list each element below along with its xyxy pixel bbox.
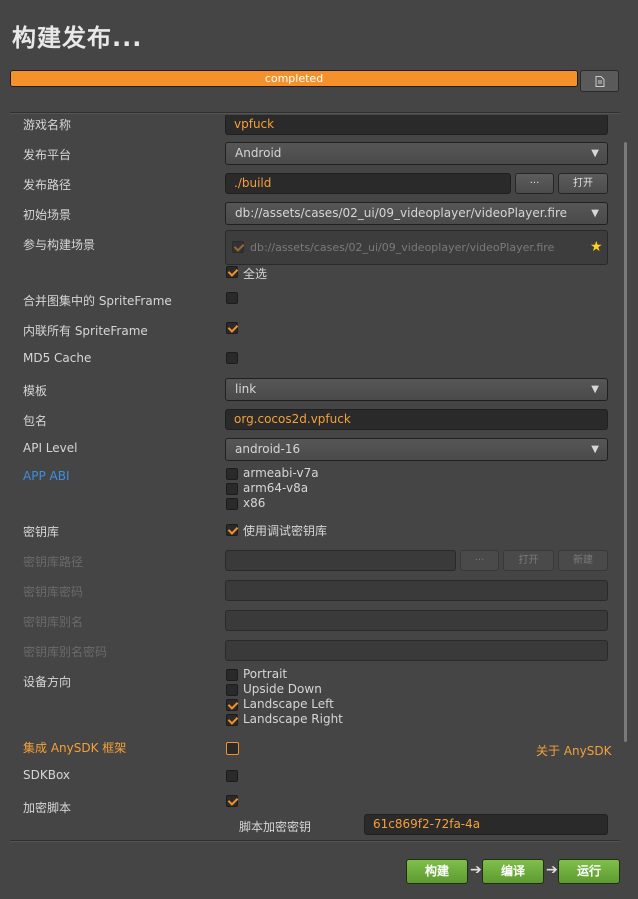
keystore-alias-password-label: 密钥库别名密码: [23, 645, 108, 659]
document-icon: [595, 75, 604, 87]
platform-value: Android: [235, 146, 282, 160]
abi-label-arm64: arm64-v8a: [243, 481, 309, 495]
orientation-label: 设备方向: [23, 675, 72, 689]
orientation-checkbox-upside-down[interactable]: [226, 684, 238, 696]
keystore-label: 密钥库: [23, 525, 60, 539]
build-scenes-label: 参与构建场景: [23, 238, 96, 252]
keystore-open-button[interactable]: 打开: [503, 550, 554, 571]
anysdk-checkbox[interactable]: [226, 742, 239, 755]
api-level-select[interactable]: android-16 ▼: [225, 438, 608, 461]
window-title: 构建发布...: [12, 24, 143, 52]
orientation-label-landscape-right: Landscape Right: [243, 712, 343, 726]
encrypt-key-input[interactable]: 61c869f2-72fa-4a: [364, 814, 608, 835]
debug-keystore-label: 使用调试密钥库: [243, 524, 328, 538]
progress-text: completed: [264, 72, 324, 85]
keystore-password-input[interactable]: [225, 580, 608, 601]
scrollbar[interactable]: [624, 142, 627, 742]
app-abi-label: APP ABI: [23, 469, 70, 483]
inline-spriteframe-checkbox[interactable]: [226, 322, 238, 334]
compile-button[interactable]: 编译: [482, 859, 544, 884]
settings-panel[interactable]: 游戏名称 vpfuck 发布平台 Android ▼ 发布路径 ./build ·…: [0, 115, 638, 840]
md5-cache-checkbox[interactable]: [226, 352, 238, 364]
dropdown-arrow-icon: ▼: [591, 148, 599, 159]
orientation-checkbox-landscape-right[interactable]: [226, 714, 238, 726]
merge-spriteframe-label: 合并图集中的 SpriteFrame: [23, 294, 172, 308]
open-log-button[interactable]: [580, 70, 619, 92]
orientation-label-upside-down: Upside Down: [243, 682, 322, 696]
build-button[interactable]: 构建: [406, 859, 468, 884]
package-input[interactable]: org.cocos2d.vpfuck: [225, 409, 608, 430]
platform-label: 发布平台: [23, 148, 72, 162]
encrypt-script-checkbox[interactable]: [226, 795, 238, 807]
keystore-browse-button[interactable]: ···: [460, 550, 499, 571]
orientation-label-portrait: Portrait: [243, 667, 288, 681]
dropdown-arrow-icon: ▼: [591, 444, 599, 455]
dropdown-arrow-icon: ▼: [591, 384, 599, 395]
start-scene-value: db://assets/cases/02_ui/09_videoplayer/v…: [235, 206, 567, 220]
scene-checkbox: [232, 241, 244, 253]
abi-label-armeabi: armeabi-v7a: [243, 466, 319, 480]
arrow-right-icon: ➔: [470, 862, 482, 878]
game-name-label: 游戏名称: [23, 118, 72, 132]
game-name-input[interactable]: vpfuck: [225, 115, 608, 135]
start-scene-label: 初始场景: [23, 208, 72, 222]
run-button[interactable]: 运行: [558, 859, 620, 884]
inline-spriteframe-label: 内联所有 SpriteFrame: [23, 324, 148, 338]
package-label: 包名: [23, 414, 48, 428]
encrypt-key-label: 脚本加密密钥: [239, 820, 312, 834]
keystore-alias-label: 密钥库别名: [23, 615, 84, 629]
merge-spriteframe-checkbox[interactable]: [226, 292, 238, 304]
orientation-checkbox-portrait[interactable]: [226, 669, 238, 681]
divider: [10, 112, 620, 114]
keystore-path-label: 密钥库路径: [23, 555, 84, 569]
encrypt-script-label: 加密脚本: [23, 801, 72, 815]
path-browse-button[interactable]: ···: [515, 173, 554, 194]
keystore-path-input[interactable]: [225, 550, 456, 571]
select-all-checkbox[interactable]: [226, 266, 238, 278]
divider: [10, 840, 620, 842]
build-scene-item: db://assets/cases/02_ui/09_videoplayer/v…: [250, 241, 555, 254]
keystore-alias-input[interactable]: [225, 610, 608, 631]
debug-keystore-checkbox[interactable]: [226, 524, 238, 536]
api-level-value: android-16: [235, 442, 301, 456]
abi-checkbox-x86[interactable]: [226, 498, 238, 510]
path-open-button[interactable]: 打开: [558, 173, 608, 194]
start-scene-select[interactable]: db://assets/cases/02_ui/09_videoplayer/v…: [225, 202, 608, 225]
md5-cache-label: MD5 Cache: [23, 351, 92, 365]
orientation-label-landscape-left: Landscape Left: [243, 697, 334, 711]
abi-checkbox-armeabi[interactable]: [226, 468, 238, 480]
abi-label-x86: x86: [243, 496, 266, 510]
keystore-password-label: 密钥库密码: [23, 585, 84, 599]
platform-select[interactable]: Android ▼: [225, 142, 608, 165]
template-select[interactable]: link ▼: [225, 378, 608, 401]
keystore-alias-password-input[interactable]: [225, 640, 608, 661]
template-value: link: [235, 382, 257, 396]
keystore-new-button[interactable]: 新建: [558, 550, 608, 571]
path-label: 发布路径: [23, 178, 72, 192]
build-progress-bar: completed: [10, 70, 578, 87]
select-all-label: 全选: [243, 267, 268, 281]
anysdk-label: 集成 AnySDK 框架: [23, 741, 127, 755]
path-input[interactable]: ./build: [225, 173, 511, 194]
arrow-right-icon: ➔: [546, 862, 558, 878]
about-anysdk-link[interactable]: 关于 AnySDK: [536, 742, 611, 759]
template-label: 模板: [23, 384, 48, 398]
star-icon: ★: [590, 239, 603, 255]
sdkbox-label: SDKBox: [23, 768, 71, 782]
orientation-checkbox-landscape-left[interactable]: [226, 699, 238, 711]
sdkbox-checkbox[interactable]: [226, 770, 238, 782]
dropdown-arrow-icon: ▼: [591, 208, 599, 219]
api-level-label: API Level: [23, 441, 78, 455]
abi-checkbox-arm64[interactable]: [226, 483, 238, 495]
